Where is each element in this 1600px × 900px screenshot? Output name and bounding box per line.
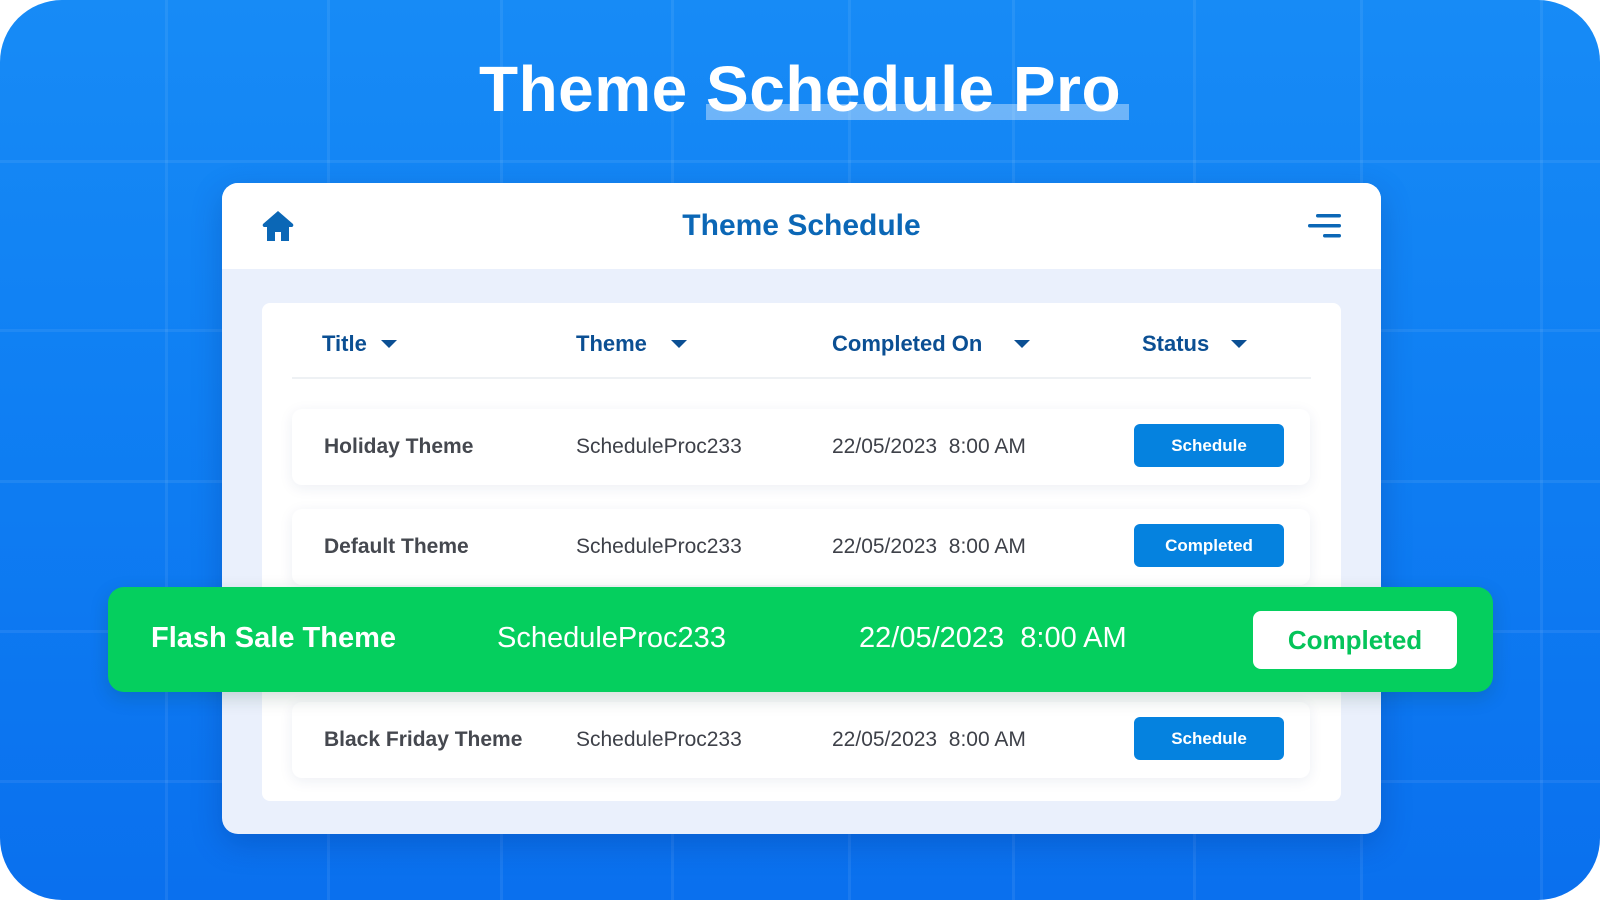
- column-header-title[interactable]: Title: [322, 331, 397, 357]
- row-title: Holiday Theme: [324, 435, 474, 458]
- schedule-table: Title Theme Completed On Status Holiday: [262, 303, 1341, 801]
- column-label: Title: [322, 331, 367, 356]
- column-header-theme[interactable]: Theme: [576, 331, 687, 357]
- row-theme: ScheduleProc233: [497, 622, 726, 654]
- status-button[interactable]: Completed: [1253, 611, 1457, 669]
- caret-down-icon: [670, 340, 687, 348]
- home-button[interactable]: [260, 208, 296, 244]
- row-completed-on: 22/05/2023 8:00 AM: [859, 622, 1127, 654]
- menu-button[interactable]: [1307, 211, 1343, 241]
- home-icon: [262, 211, 294, 241]
- column-header-status[interactable]: Status: [1142, 331, 1248, 357]
- highlighted-table-row[interactable]: Flash Sale Theme ScheduleProc233 22/05/2…: [108, 587, 1493, 692]
- row-theme: ScheduleProc233: [576, 435, 742, 458]
- grid-line: [0, 160, 1600, 163]
- caret-down-icon: [1014, 340, 1031, 348]
- status-button[interactable]: Schedule: [1134, 424, 1284, 467]
- row-title: Flash Sale Theme: [151, 622, 396, 654]
- table-row[interactable]: Black Friday Theme ScheduleProc233 22/05…: [292, 702, 1310, 778]
- app-title: Theme Schedule: [682, 209, 921, 242]
- grid-line: [1540, 0, 1543, 900]
- column-label: Status: [1142, 331, 1210, 356]
- hero-title-part2: Schedule Pro: [706, 53, 1122, 125]
- menu-lines-icon: [1308, 214, 1341, 238]
- caret-down-icon: [1231, 340, 1248, 348]
- row-theme: ScheduleProc233: [576, 535, 742, 558]
- hero-title-part1: Theme: [478, 53, 688, 125]
- status-button[interactable]: Completed: [1134, 524, 1284, 567]
- table-row[interactable]: Holiday Theme ScheduleProc233 22/05/2023…: [292, 409, 1310, 485]
- grid-line: [165, 0, 168, 900]
- row-title: Default Theme: [324, 535, 469, 558]
- table-header: Title Theme Completed On Status: [292, 303, 1311, 379]
- row-theme: ScheduleProc233: [576, 728, 742, 751]
- column-header-completed-on[interactable]: Completed On: [832, 331, 1031, 357]
- row-completed-on: 22/05/2023 8:00 AM: [832, 435, 1026, 458]
- app-window: Theme Schedule Title Theme Completed On …: [222, 183, 1381, 834]
- row-title: Black Friday Theme: [324, 728, 523, 751]
- hero-title: Theme Schedule Pro: [0, 52, 1600, 126]
- app-header: Theme Schedule: [222, 183, 1381, 269]
- status-button[interactable]: Schedule: [1134, 717, 1284, 760]
- column-label: Completed On: [832, 331, 983, 356]
- column-label: Theme: [576, 331, 647, 356]
- table-row[interactable]: Default Theme ScheduleProc233 22/05/2023…: [292, 509, 1310, 585]
- hero-title-highlight: Schedule Pro: [706, 52, 1130, 126]
- caret-down-icon: [380, 340, 397, 348]
- row-completed-on: 22/05/2023 8:00 AM: [832, 535, 1026, 558]
- row-completed-on: 22/05/2023 8:00 AM: [832, 728, 1026, 751]
- promo-background: Theme Schedule Pro Theme Schedule Title …: [0, 0, 1600, 900]
